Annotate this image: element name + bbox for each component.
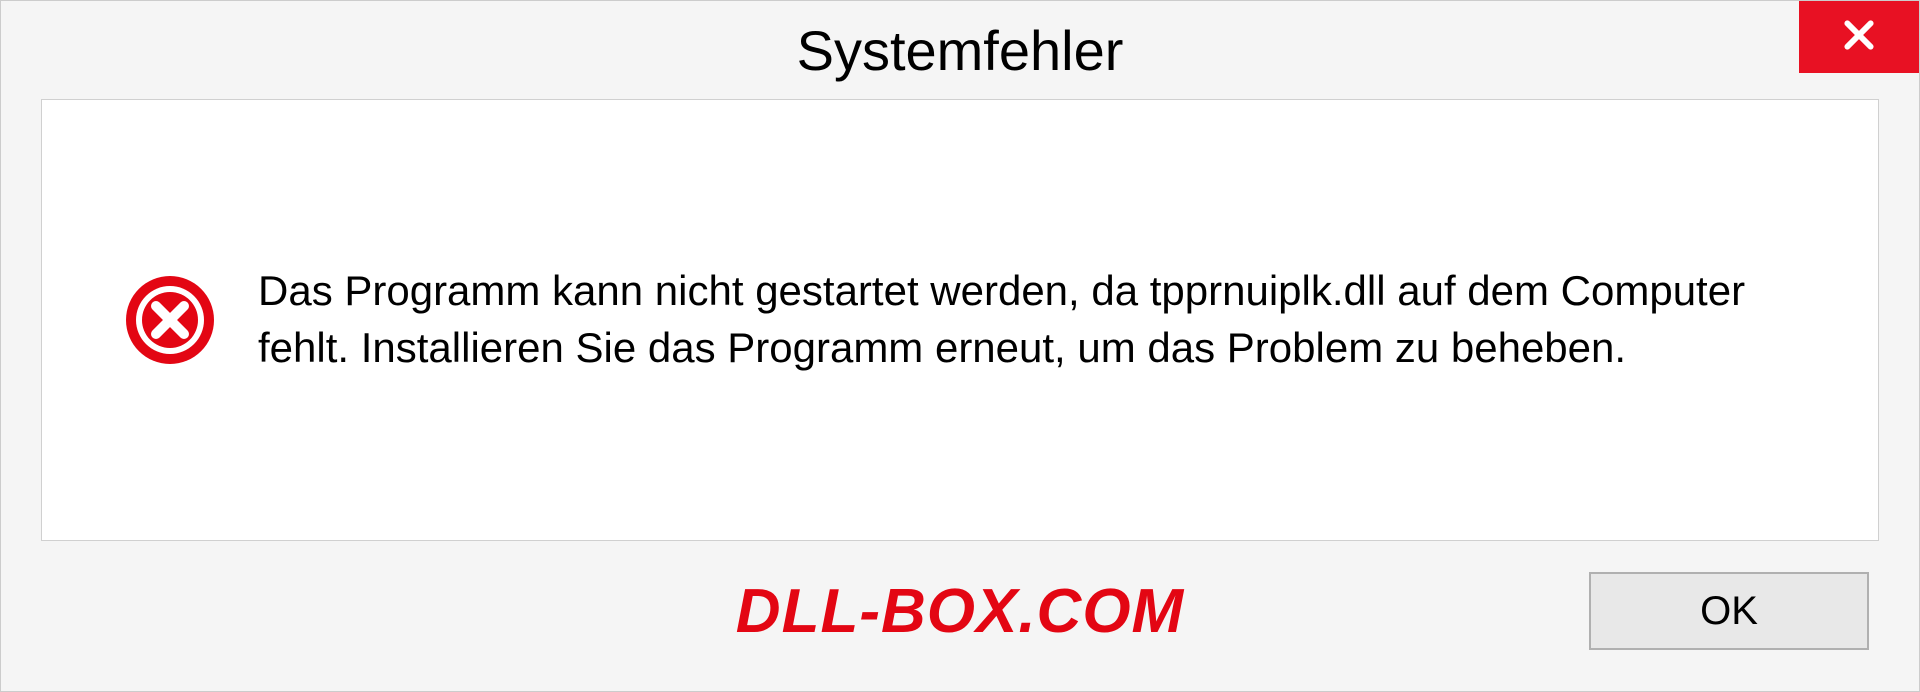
watermark-text: DLL-BOX.COM [736,576,1184,647]
dialog-title: Systemfehler [797,18,1124,83]
titlebar: Systemfehler [1,1,1919,99]
close-icon [1839,15,1879,60]
error-message: Das Programm kann nicht gestartet werden… [258,263,1838,376]
close-button[interactable] [1799,1,1919,73]
dialog-footer: DLL-BOX.COM OK [1,561,1919,691]
error-dialog: Systemfehler Das Programm kann nicht ges… [0,0,1920,692]
content-panel: Das Programm kann nicht gestartet werden… [41,99,1879,541]
ok-button[interactable]: OK [1589,572,1869,650]
error-icon [122,272,218,368]
